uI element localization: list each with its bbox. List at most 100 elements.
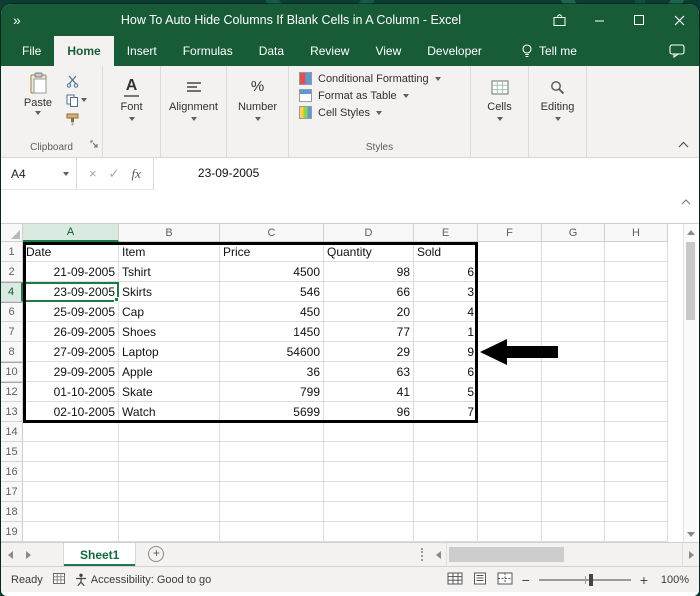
cell-A18[interactable]	[23, 502, 119, 522]
cell-H19[interactable]	[605, 522, 668, 542]
cell-A10[interactable]: 29-09-2005	[23, 362, 119, 382]
cell-F16[interactable]	[478, 462, 542, 482]
row-header-12[interactable]: 12	[1, 382, 23, 402]
zoom-level[interactable]: 100%	[657, 574, 689, 586]
col-header-H[interactable]: H	[605, 224, 668, 242]
col-header-D[interactable]: D	[324, 224, 414, 242]
cell-F17[interactable]	[478, 482, 542, 502]
zoom-slider[interactable]	[539, 579, 631, 581]
maximize-button[interactable]	[619, 4, 659, 36]
cell-C15[interactable]	[220, 442, 324, 462]
ribbon-display-options-button[interactable]	[539, 4, 579, 36]
cell-E19[interactable]	[414, 522, 478, 542]
scroll-right-button[interactable]	[683, 543, 699, 566]
cell-C4[interactable]: 546	[220, 282, 324, 302]
cell-A17[interactable]	[23, 482, 119, 502]
vertical-scroll-thumb[interactable]	[686, 242, 695, 320]
cell-H13[interactable]	[605, 402, 668, 422]
formula-bar-collapse-button[interactable]	[681, 192, 691, 210]
cell-G16[interactable]	[542, 462, 605, 482]
cell-A12[interactable]: 01-10-2005	[23, 382, 119, 402]
page-layout-view-button[interactable]	[472, 572, 488, 588]
cell-A4[interactable]: 23-09-2005	[23, 282, 119, 302]
row-header-15[interactable]: 15	[1, 442, 23, 462]
cell-F18[interactable]	[478, 502, 542, 522]
col-header-E[interactable]: E	[414, 224, 478, 242]
cell-G2[interactable]	[542, 262, 605, 282]
cell-A16[interactable]	[23, 462, 119, 482]
select-all-button[interactable]	[1, 224, 23, 242]
row-header-2[interactable]: 2	[1, 262, 23, 282]
cell-B13[interactable]: Watch	[119, 402, 220, 422]
cell-D7[interactable]: 77	[324, 322, 414, 342]
zoom-in-button[interactable]: +	[640, 572, 648, 588]
cell-D17[interactable]	[324, 482, 414, 502]
cell-C7[interactable]: 1450	[220, 322, 324, 342]
styles-item-conditional-formatting[interactable]: Conditional Formatting	[299, 72, 441, 85]
cell-D2[interactable]: 98	[324, 262, 414, 282]
cell-D14[interactable]	[324, 422, 414, 442]
cell-H7[interactable]	[605, 322, 668, 342]
col-header-C[interactable]: C	[220, 224, 324, 242]
tab-insert[interactable]: Insert	[114, 36, 170, 66]
cell-A8[interactable]: 27-09-2005	[23, 342, 119, 362]
cell-B8[interactable]: Laptop	[119, 342, 220, 362]
cell-D10[interactable]: 63	[324, 362, 414, 382]
cell-F8[interactable]	[478, 342, 542, 362]
minimize-button[interactable]	[579, 4, 619, 36]
tab-data[interactable]: Data	[246, 36, 297, 66]
cancel-button[interactable]: ×	[89, 166, 97, 181]
cell-E14[interactable]	[414, 422, 478, 442]
col-header-A[interactable]: A	[23, 224, 119, 242]
cell-G19[interactable]	[542, 522, 605, 542]
row-header-6[interactable]: 6	[1, 302, 23, 322]
col-header-G[interactable]: G	[542, 224, 605, 242]
cell-D16[interactable]	[324, 462, 414, 482]
cell-G14[interactable]	[542, 422, 605, 442]
cell-F7[interactable]	[478, 322, 542, 342]
row-header-16[interactable]: 16	[1, 462, 23, 482]
cells-group-button[interactable]: Cells	[471, 66, 529, 157]
cell-C14[interactable]	[220, 422, 324, 442]
horizontal-scroll-track[interactable]	[446, 543, 683, 566]
zoom-out-button[interactable]: −	[522, 572, 530, 588]
cell-B19[interactable]	[119, 522, 220, 542]
cell-C19[interactable]	[220, 522, 324, 542]
cell-E1[interactable]: Sold	[414, 242, 478, 262]
enter-button[interactable]: ✓	[109, 166, 120, 182]
cell-G13[interactable]	[542, 402, 605, 422]
cell-F14[interactable]	[478, 422, 542, 442]
normal-view-button[interactable]	[447, 572, 463, 588]
cell-H1[interactable]	[605, 242, 668, 262]
new-sheet-button[interactable]: +	[148, 546, 164, 562]
cell-B1[interactable]: Item	[119, 242, 220, 262]
cell-G4[interactable]	[542, 282, 605, 302]
tab-formulas[interactable]: Formulas	[170, 36, 246, 66]
cell-F4[interactable]	[478, 282, 542, 302]
row-header-1[interactable]: 1	[1, 242, 23, 262]
cut-button[interactable]	[66, 74, 87, 88]
cell-E4[interactable]: 3	[414, 282, 478, 302]
number-group-button[interactable]: % Number	[227, 66, 289, 157]
cell-F1[interactable]	[478, 242, 542, 262]
accessibility-status-button[interactable]: Accessibility: Good to go	[75, 573, 211, 586]
cell-G8[interactable]	[542, 342, 605, 362]
cell-F6[interactable]	[478, 302, 542, 322]
cell-H8[interactable]	[605, 342, 668, 362]
styles-item-format-as-table[interactable]: Format as Table	[299, 89, 441, 102]
insert-function-button[interactable]: fx	[132, 166, 141, 182]
scroll-up-button[interactable]	[684, 224, 697, 240]
fill-handle[interactable]	[114, 297, 119, 302]
cell-B2[interactable]: Tshirt	[119, 262, 220, 282]
quick-access-toolbar-icon[interactable]: »	[13, 12, 43, 28]
cell-F12[interactable]	[478, 382, 542, 402]
row-header-4[interactable]: 4	[1, 282, 23, 302]
tab-review[interactable]: Review	[297, 36, 362, 66]
cell-G12[interactable]	[542, 382, 605, 402]
sheet-nav-left-button[interactable]	[1, 543, 19, 566]
row-header-13[interactable]: 13	[1, 402, 23, 422]
cell-E16[interactable]	[414, 462, 478, 482]
cell-D4[interactable]: 66	[324, 282, 414, 302]
cell-G18[interactable]	[542, 502, 605, 522]
cell-A7[interactable]: 26-09-2005	[23, 322, 119, 342]
